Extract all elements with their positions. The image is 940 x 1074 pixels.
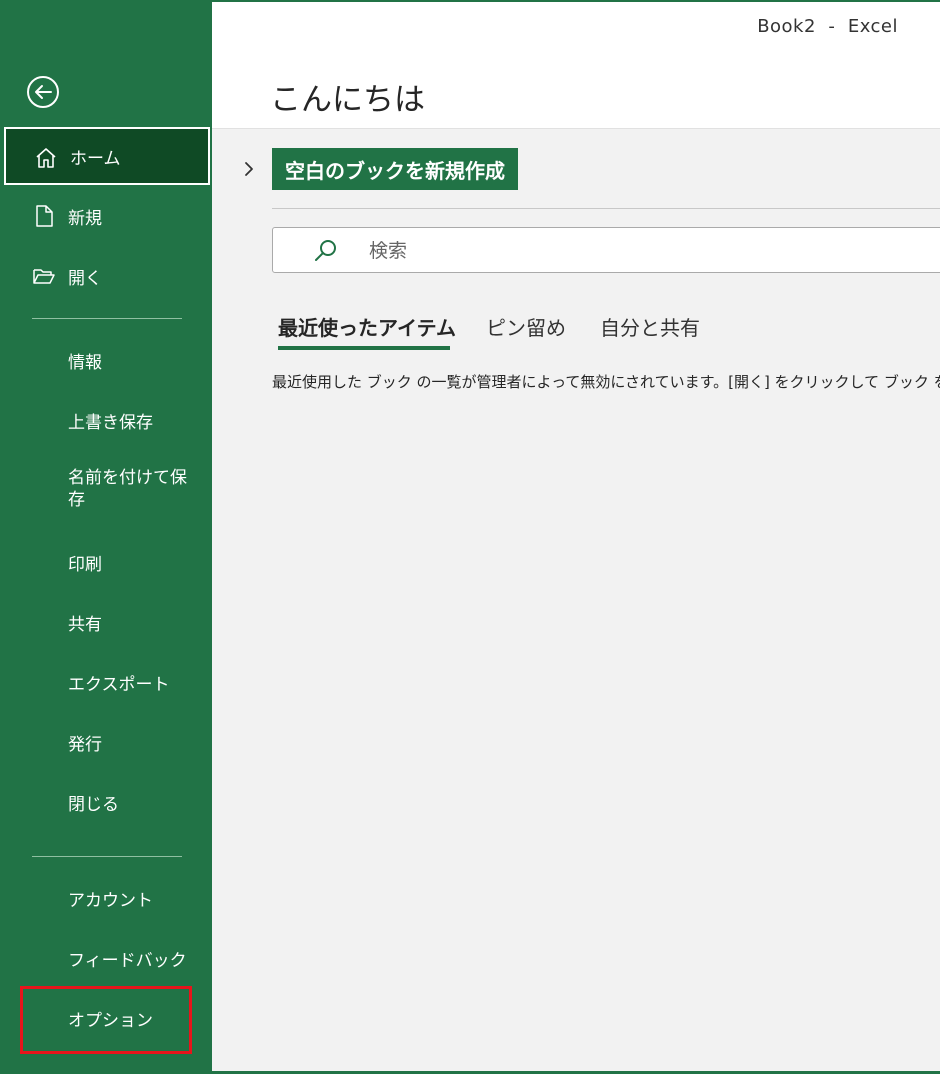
sidebar-item-info[interactable]: 情報 <box>4 331 210 389</box>
window-title: Book2 - Excel <box>757 16 898 37</box>
search-box[interactable] <box>272 227 940 273</box>
sidebar-item-options[interactable]: オプション <box>4 989 210 1047</box>
sidebar-item-label: 共有 <box>68 614 102 635</box>
new-file-icon <box>36 205 53 227</box>
sidebar-item-label: 上書き保存 <box>68 412 153 433</box>
home-icon <box>36 148 56 168</box>
main-header: Book2 - Excel こんにちは <box>212 2 940 129</box>
sidebar-item-label: 閉じる <box>68 794 119 815</box>
sidebar-item-print[interactable]: 印刷 <box>4 533 210 591</box>
open-folder-icon <box>33 269 55 284</box>
sidebar-item-new[interactable]: 新規 <box>4 187 210 245</box>
sidebar-item-label: ホーム <box>70 148 121 169</box>
sidebar-divider <box>32 856 182 857</box>
back-arrow-icon <box>27 76 59 108</box>
sidebar-item-label: エクスポート <box>68 674 170 695</box>
sidebar-item-label: オプション <box>68 1010 153 1031</box>
sidebar-item-publish[interactable]: 発行 <box>4 713 210 771</box>
sidebar-item-label: 情報 <box>68 352 102 373</box>
sidebar-item-label: 新規 <box>68 208 102 229</box>
sidebar-item-save-as[interactable]: 名前を付けて保存 <box>4 460 210 518</box>
sidebar-divider <box>32 318 182 319</box>
backstage-sidebar: ホーム 新規 開く 情報 上書き保存 名前を付けて保存 印刷 共有 エクスポート… <box>0 0 212 1074</box>
sidebar-item-label: 発行 <box>68 734 102 755</box>
tab-recent[interactable]: 最近使ったアイテム <box>278 312 456 341</box>
sidebar-item-label: アカウント <box>68 890 153 911</box>
section-divider <box>272 208 940 209</box>
sidebar-item-save[interactable]: 上書き保存 <box>4 391 210 449</box>
chevron-right-icon <box>245 162 253 176</box>
sidebar-item-export[interactable]: エクスポート <box>4 653 210 711</box>
tab-pinned[interactable]: ピン留め <box>486 312 566 341</box>
active-tab-indicator <box>278 346 450 350</box>
backstage-main: Book2 - Excel こんにちは 空白のブックを新規作成 最近使ったアイテ… <box>212 2 940 1071</box>
back-button[interactable] <box>26 75 60 109</box>
sidebar-item-home[interactable]: ホーム <box>4 127 210 185</box>
new-blank-workbook-button[interactable]: 空白のブックを新規作成 <box>272 148 518 190</box>
greeting-title: こんにちは <box>270 82 425 118</box>
sidebar-item-close[interactable]: 閉じる <box>4 773 210 831</box>
tab-shared-with-me[interactable]: 自分と共有 <box>600 312 700 341</box>
sidebar-item-label: フィードバック <box>68 950 187 971</box>
sidebar-item-label: 開く <box>68 268 102 289</box>
sidebar-item-feedback[interactable]: フィードバック <box>4 929 210 987</box>
search-input[interactable] <box>367 236 871 266</box>
search-icon <box>315 240 336 261</box>
sidebar-item-label: 名前を付けて保存 <box>68 468 187 510</box>
expand-templates-button[interactable] <box>242 160 256 178</box>
sidebar-item-account[interactable]: アカウント <box>4 869 210 927</box>
sidebar-item-label: 印刷 <box>68 554 102 575</box>
recent-disabled-notice: 最近使用した ブック の一覧が管理者によって無効にされています。[開く] をクリ… <box>272 373 940 391</box>
sidebar-item-share[interactable]: 共有 <box>4 593 210 651</box>
sidebar-item-open[interactable]: 開く <box>4 247 210 305</box>
